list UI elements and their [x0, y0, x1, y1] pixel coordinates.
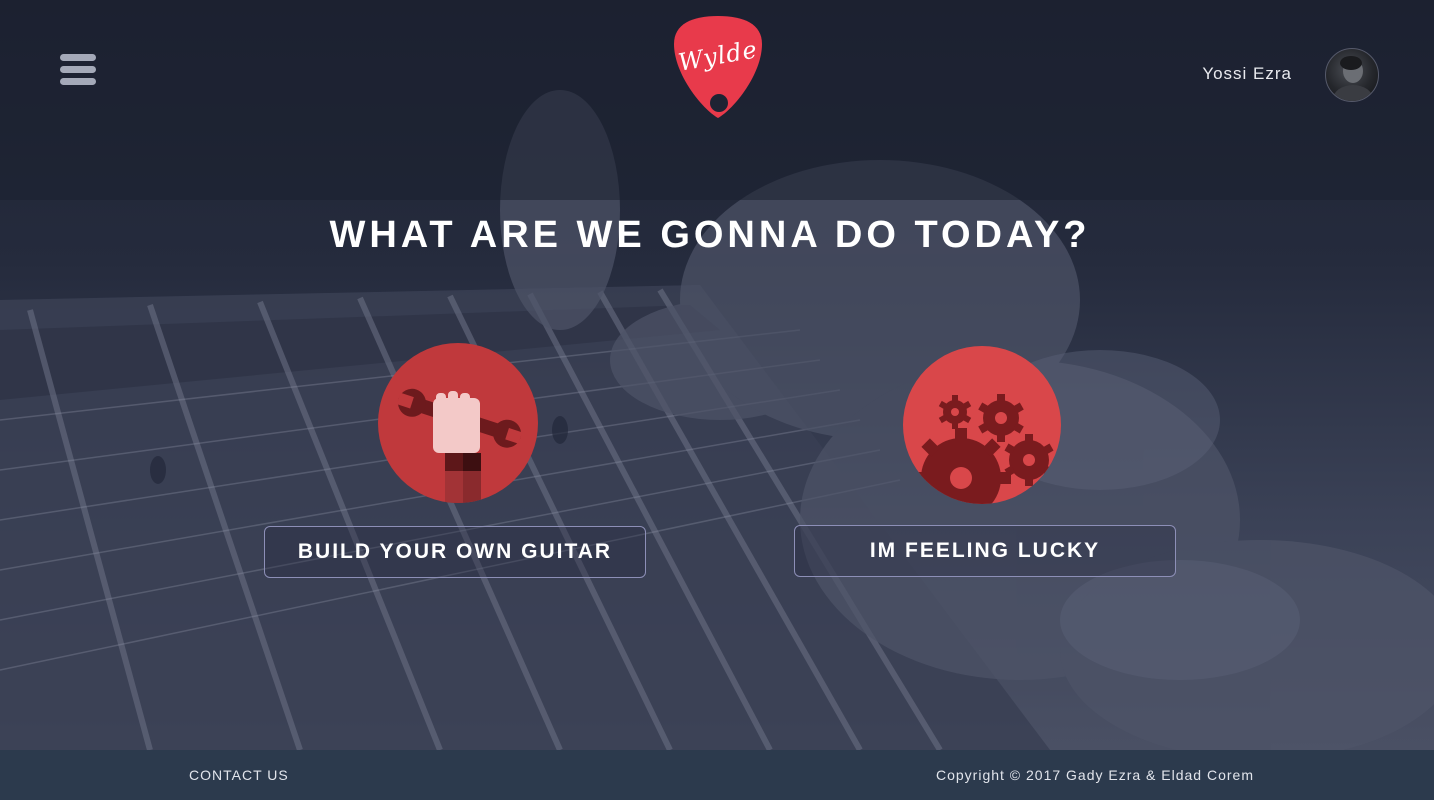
build-option-circle[interactable]	[378, 343, 538, 503]
hamburger-menu-icon-bar	[60, 78, 96, 85]
wylde-logo[interactable]: Wylde	[672, 14, 764, 122]
hamburger-menu-icon-bar	[60, 66, 96, 73]
avatar-portrait-icon	[1333, 56, 1373, 101]
hamburger-menu-button[interactable]	[58, 52, 98, 88]
user-avatar[interactable]	[1325, 48, 1379, 102]
contact-us-link[interactable]: CONTACT US	[189, 767, 289, 783]
gears-icon	[911, 394, 1054, 504]
option-feeling-lucky: IM FEELING LUCKY	[794, 340, 1178, 580]
copyright-text: Copyright © 2017 Gady Ezra & Eldad Corem	[935, 767, 1254, 783]
build-your-own-guitar-button[interactable]: BUILD YOUR OWN GUITAR	[264, 526, 646, 578]
hamburger-menu-icon	[60, 54, 96, 61]
im-feeling-lucky-button[interactable]: IM FEELING LUCKY	[794, 525, 1176, 577]
lucky-option-circle[interactable]	[903, 346, 1061, 504]
option-build-guitar: BUILD YOUR OWN GUITAR	[264, 340, 648, 580]
user-name[interactable]: Yossi Ezra	[1202, 64, 1292, 84]
wrench-hand-icon	[396, 388, 523, 503]
page-headline: WHAT ARE WE GONNA DO TODAY?	[329, 214, 1091, 256]
footer: CONTACT US Copyright © 2017 Gady Ezra & …	[0, 750, 1434, 800]
